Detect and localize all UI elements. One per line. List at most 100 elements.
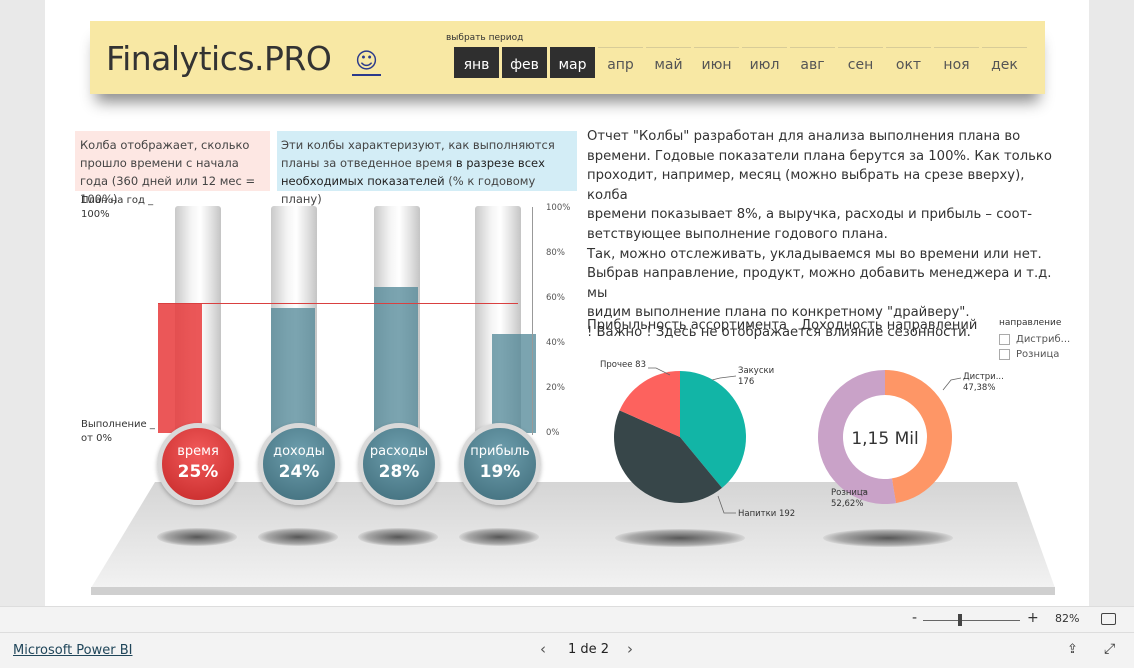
- exec-label: Выполнение _ от 0%: [81, 418, 155, 446]
- zoom-level: 82%: [1055, 612, 1080, 625]
- plan-label-line1: План на год _: [81, 195, 154, 206]
- flask-percent: 19%: [479, 462, 521, 482]
- donut-chart[interactable]: Дистри...47,38% Розница52,62% 1,15 Mil: [775, 350, 1005, 530]
- plan-label: План на год _ 100%: [81, 194, 153, 222]
- legend-item-retail[interactable]: Розница: [999, 349, 1059, 360]
- slice-label: 176: [738, 377, 754, 387]
- description-line: времени. Годовые показатели плана берутс…: [587, 148, 1052, 164]
- flask-fill: [271, 308, 315, 433]
- flask-axis: [532, 207, 541, 435]
- legend-title: направление: [999, 318, 1062, 328]
- flask-name: время: [177, 444, 219, 459]
- description-line: Выбрав направление, продукт, можно добав…: [587, 266, 1052, 301]
- month-8[interactable]: сен: [838, 47, 883, 78]
- donut-center-value: 1,15 Mil: [851, 429, 918, 449]
- flask-percent: 25%: [177, 462, 219, 482]
- axis-tick: 40%: [546, 338, 565, 348]
- flask-name: прибыль: [470, 444, 530, 459]
- legend-label: Дистриб...: [1016, 334, 1071, 345]
- pie-chart-title: Прибыльность ассортимента: [587, 318, 788, 333]
- legend-item-distrib[interactable]: Дистриб...: [999, 334, 1070, 345]
- leader-line: [711, 375, 737, 381]
- flask-percent: 28%: [378, 462, 420, 482]
- zoom-bar: - + 82%: [0, 606, 1134, 633]
- smiley-icon[interactable]: ☺: [352, 51, 381, 76]
- month-slicer[interactable]: янв фев мар апр май июн июл авг сен окт ноя дек: [454, 47, 1030, 78]
- leader-line: [942, 377, 962, 391]
- slice-label: 52,62%: [831, 499, 863, 509]
- month-10[interactable]: ноя: [934, 47, 979, 78]
- exec-label-line2: от 0%: [81, 433, 112, 444]
- checkbox[interactable]: [999, 334, 1010, 345]
- month-11[interactable]: дек: [982, 47, 1027, 78]
- description-line: Так, можно отслеживать, укладываемся мы …: [587, 246, 1042, 262]
- month-3[interactable]: апр: [598, 47, 643, 78]
- exec-label-line1: Выполнение _: [81, 419, 155, 430]
- month-6[interactable]: июл: [742, 47, 787, 78]
- month-5[interactable]: июн: [694, 47, 739, 78]
- axis-tick: 0%: [546, 428, 560, 438]
- flask-percent: 24%: [278, 462, 320, 482]
- time-progress-line: [158, 303, 518, 305]
- zoom-in-button[interactable]: +: [1027, 610, 1039, 626]
- share-icon[interactable]: ⇪: [1067, 642, 1078, 657]
- flask-bulb-3[interactable]: прибыль 19%: [459, 423, 541, 505]
- flask-name: доходы: [273, 444, 325, 459]
- month-4[interactable]: май: [646, 47, 691, 78]
- month-0[interactable]: янв: [454, 47, 499, 78]
- plan-label-line2: 100%: [81, 209, 110, 220]
- flask-fill: [492, 334, 536, 433]
- flask-shadow: [157, 528, 237, 546]
- footer-bar: Microsoft Power BI ‹ 1 de 2 › ⇪ ⤢: [0, 632, 1134, 668]
- donut-shadow: [823, 529, 953, 547]
- zoom-out-button[interactable]: -: [912, 610, 917, 626]
- fullscreen-icon[interactable]: ⤢: [1104, 641, 1115, 657]
- header-banner: Finalytics.PRO ☺ выбрать период янв фев ма…: [90, 21, 1045, 94]
- slice-label: Дистри...: [963, 372, 1004, 382]
- flask-bulb-0[interactable]: время 25%: [157, 423, 239, 505]
- slice-label: 47,38%: [963, 383, 995, 393]
- description-line: проходит, например, месяц (можно выбрать…: [587, 168, 1025, 203]
- axis-tick: 20%: [546, 383, 565, 393]
- brand-title: Finalytics.PRO: [106, 39, 332, 78]
- legend-label: Розница: [1016, 349, 1060, 360]
- report-description: Отчет "Колбы" разработан для анализа вып…: [587, 127, 1055, 343]
- month-7[interactable]: авг: [790, 47, 835, 78]
- description-line: Отчет "Колбы" разработан для анализа вып…: [587, 129, 1021, 144]
- pie-shadow: [615, 529, 745, 547]
- flask-shadow: [258, 528, 338, 546]
- flask-fill: [374, 287, 418, 433]
- month-1[interactable]: фев: [502, 47, 547, 78]
- next-page-icon[interactable]: ›: [627, 640, 633, 658]
- page-indicator: 1 de 2: [568, 642, 610, 657]
- prev-page-icon[interactable]: ‹: [540, 640, 546, 658]
- flask-fill: [158, 303, 202, 433]
- flask-shadow: [459, 528, 539, 546]
- checkbox[interactable]: [999, 349, 1010, 360]
- flask-name: расходы: [369, 444, 429, 459]
- time-flask-info: Колба отображает, сколько прошло времени…: [75, 131, 270, 206]
- axis-tick: 60%: [546, 293, 565, 303]
- description-line: ветствующее выполнение годового плана.: [587, 226, 888, 242]
- slice-label: Розница: [831, 488, 868, 498]
- zoom-slider-track[interactable]: [923, 620, 1020, 621]
- flasks-info: Эти колбы характеризуют, как выполняются…: [277, 131, 577, 206]
- platform-base: [91, 587, 1055, 595]
- axis-tick: 100%: [546, 203, 571, 213]
- month-2[interactable]: мар: [550, 47, 595, 78]
- month-9[interactable]: окт: [886, 47, 931, 78]
- flask-shadow: [358, 528, 438, 546]
- fit-to-page-icon[interactable]: [1101, 613, 1116, 625]
- slice-label: Закуски: [738, 366, 774, 376]
- donut-chart-title: Доходность направлений: [801, 318, 978, 333]
- slice-label: Прочее 83: [600, 360, 646, 370]
- leader-line: [717, 495, 736, 514]
- flask-bulb-1[interactable]: доходы 24%: [258, 423, 340, 505]
- report-canvas: Finalytics.PRO ☺ выбрать период янв фев ма…: [45, 0, 1089, 606]
- period-slicer-label: выбрать период: [446, 33, 524, 43]
- description-line: времени показывает 8%, а выручка, расход…: [587, 207, 1033, 223]
- power-bi-link[interactable]: Microsoft Power BI: [13, 643, 132, 658]
- flask-bulb-2[interactable]: расходы 28%: [358, 423, 440, 505]
- zoom-slider-thumb[interactable]: [958, 614, 962, 626]
- axis-tick: 80%: [546, 248, 565, 258]
